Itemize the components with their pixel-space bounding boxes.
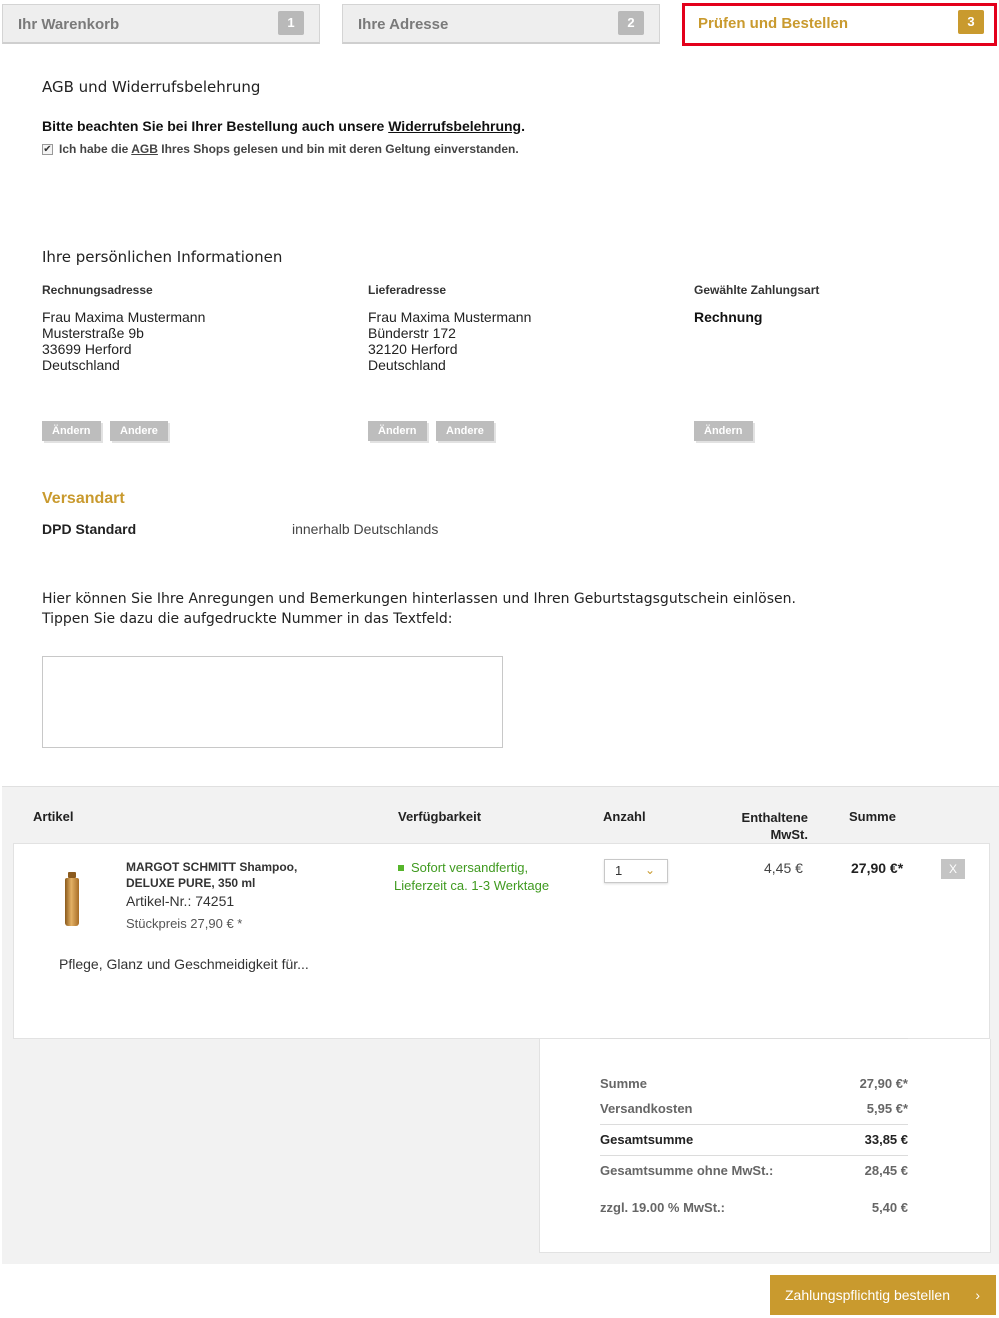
total-label: Gesamtsumme ohne MwSt.:	[600, 1163, 774, 1178]
tab-address-label: Ihre Adresse	[358, 16, 449, 33]
total-label: Versandkosten	[600, 1101, 693, 1116]
totals-divider	[600, 1124, 908, 1125]
item-sum: 27,90 €*	[851, 860, 904, 876]
col-header-tax-line-1: Enthaltene	[741, 810, 808, 825]
comment-textarea[interactable]	[42, 656, 503, 748]
total-label: Gesamtsumme	[600, 1132, 694, 1147]
comment-line-1: Hier können Sie Ihre Anregungen und Beme…	[42, 591, 796, 607]
withdrawal-note: Bitte beachten Sie bei Ihrer Bestellung …	[42, 118, 525, 134]
billing-city: 33699 Herford	[42, 341, 132, 357]
tab-cart-step-number: 1	[278, 11, 304, 35]
product-sku: Artikel-Nr.: 74251	[126, 893, 235, 909]
col-header-article: Artikel	[33, 809, 74, 824]
billing-change-button[interactable]: Ändern	[42, 421, 101, 441]
tab-address[interactable]: Ihre Adresse 2	[342, 4, 660, 44]
total-value: 5,95 €*	[866, 1101, 908, 1116]
total-row-grand: Gesamtsumme 33,85 €	[600, 1132, 908, 1147]
totals-divider	[600, 1155, 908, 1156]
tab-cart-label: Ihr Warenkorb	[18, 16, 120, 33]
billing-name: Frau Maxima Mustermann	[42, 309, 206, 325]
product-description: Pflege, Glanz und Geschmeidigkeit für...	[59, 956, 309, 972]
tab-address-step-number: 2	[618, 11, 644, 35]
tab-review-order[interactable]: Prüfen und Bestellen 3	[682, 3, 997, 46]
product-name-line-2: DELUXE PURE, 350 ml	[126, 876, 256, 890]
quantity-value: 1	[615, 863, 623, 878]
billing-country: Deutschland	[42, 357, 120, 373]
payment-change-button[interactable]: Ändern	[694, 421, 753, 441]
col-header-sum: Summe	[849, 809, 896, 824]
withdrawal-link[interactable]: Widerrufsbelehrung	[388, 118, 521, 134]
total-label: zzgl. 19.00 % MwSt.:	[600, 1200, 725, 1215]
billing-address: Frau Maxima Mustermann Musterstraße 9b 3…	[42, 309, 205, 373]
total-label: Summe	[600, 1076, 647, 1091]
availability-status: Sofort versandfertig, Lieferzeit ca. 1-3…	[394, 859, 549, 895]
agb-checkbox[interactable]: ✔	[42, 143, 53, 155]
shipping-change-button[interactable]: Ändern	[368, 421, 427, 441]
total-value: 33,85 €	[864, 1132, 908, 1147]
totals-divider	[600, 1038, 908, 1039]
col-header-tax: Enthaltene MwSt.	[734, 809, 808, 843]
comment-instructions: Hier können Sie Ihre Anregungen und Beme…	[42, 589, 796, 629]
product-unit-price: Stückpreis 27,90 € *	[126, 916, 243, 931]
product-name[interactable]: MARGOT SCHMITT Shampoo, DELUXE PURE, 350…	[126, 859, 297, 891]
shipping-method-desc: innerhalb Deutschlands	[292, 521, 439, 537]
comment-line-2: Tippen Sie dazu die aufgedruckte Nummer …	[42, 611, 453, 627]
availability-dot-icon	[398, 865, 404, 872]
item-tax: 4,45 €	[764, 860, 803, 876]
agb-title: AGB und Widerrufsbelehrung	[42, 78, 261, 96]
chevron-down-icon: ⌄	[644, 863, 655, 877]
chevron-right-icon: ›	[975, 1287, 980, 1303]
shipping-street: Bünderstr 172	[368, 325, 456, 341]
remove-item-button[interactable]: X	[941, 859, 965, 879]
total-value: 5,40 €	[871, 1200, 908, 1215]
total-row-sum: Summe 27,90 €*	[600, 1076, 908, 1091]
shipping-method-title: Versandart	[42, 490, 125, 507]
total-value: 28,45 €	[864, 1163, 908, 1178]
tab-review-order-step-number: 3	[958, 10, 984, 34]
total-row-vat: zzgl. 19.00 % MwSt.: 5,40 €	[600, 1200, 908, 1215]
personal-info-title: Ihre persönlichen Informationen	[42, 248, 283, 266]
tab-cart[interactable]: Ihr Warenkorb 1	[2, 4, 320, 44]
agb-link[interactable]: AGB	[131, 142, 158, 156]
agb-consent: ✔ Ich habe die AGB Ihres Shops gelesen u…	[42, 142, 519, 156]
total-value: 27,90 €*	[859, 1076, 908, 1091]
shipping-name: Frau Maxima Mustermann	[368, 309, 532, 325]
col-header-availability: Verfügbarkeit	[398, 809, 482, 824]
shipping-other-button[interactable]: Andere	[436, 421, 494, 441]
col-header-qty: Anzahl	[603, 809, 646, 824]
shipping-address: Frau Maxima Mustermann Bünderstr 172 321…	[368, 309, 531, 373]
quantity-select[interactable]: 1 ⌄	[604, 859, 668, 883]
billing-street: Musterstraße 9b	[42, 325, 144, 341]
product-image[interactable]	[65, 872, 79, 926]
shipping-heading: Lieferadresse	[368, 283, 447, 297]
availability-line-1: Sofort versandfertig,	[411, 860, 529, 875]
place-order-button[interactable]: Zahlungspflichtig bestellen ›	[770, 1275, 996, 1315]
shipping-method-name: DPD Standard	[42, 521, 137, 537]
product-name-line-1: MARGOT SCHMITT Shampoo,	[126, 860, 298, 874]
tab-review-order-label: Prüfen und Bestellen	[698, 15, 849, 32]
agb-consent-label: Ich habe die AGB Ihres Shops gelesen und…	[59, 142, 519, 156]
availability-line-2: Lieferzeit ca. 1-3 Werktage	[394, 878, 550, 893]
place-order-label: Zahlungspflichtig bestellen	[785, 1287, 950, 1303]
billing-heading: Rechnungsadresse	[42, 283, 153, 297]
billing-other-button[interactable]: Andere	[110, 421, 168, 441]
shipping-country: Deutschland	[368, 357, 446, 373]
payment-heading: Gewählte Zahlungsart	[694, 283, 820, 297]
shipping-city: 32120 Herford	[368, 341, 458, 357]
payment-method: Rechnung	[694, 309, 763, 325]
total-row-net: Gesamtsumme ohne MwSt.: 28,45 €	[600, 1163, 908, 1178]
col-header-tax-line-2: MwSt.	[770, 827, 808, 842]
total-row-shipping: Versandkosten 5,95 €*	[600, 1101, 908, 1116]
